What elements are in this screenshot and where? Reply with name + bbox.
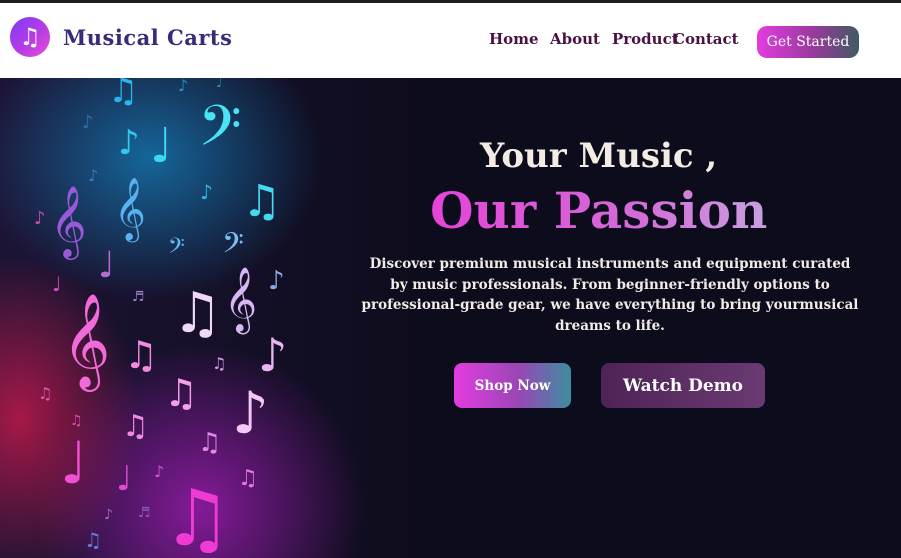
music-note-icon: ♫: [38, 384, 53, 403]
music-note-icon: ♫: [108, 78, 139, 111]
music-note-icon: ♪: [178, 78, 189, 95]
music-note-icon: ♫: [242, 176, 282, 227]
nav-link-contact[interactable]: Contact: [673, 30, 739, 48]
music-note-icon: ♫: [238, 466, 258, 491]
hero-section: ♫ ♪ ♩ ♪ ♪ ♩ 𝄢 ♪ ♪ ♫ 𝄞 𝄞 ♪ 𝄢 𝄢 ♩ ♩ ♪ ♬ 𝄞 …: [0, 78, 901, 558]
music-note-icon: ♪: [88, 166, 99, 185]
nav-link-product[interactable]: Product: [612, 30, 679, 48]
music-note-icon: ♪: [118, 123, 140, 163]
music-note-icon: ♫: [198, 428, 222, 458]
navbar: ♫ Musical Carts Home About Product Conta…: [0, 3, 901, 78]
music-note-icon: ♬: [132, 289, 145, 305]
music-note-icon: ♪: [82, 112, 94, 133]
bass-clef-icon: 𝄢: [168, 234, 185, 264]
nav-link-home[interactable]: Home: [489, 30, 539, 48]
music-note-icon: ♪: [200, 180, 213, 204]
music-note-logo-icon[interactable]: ♫: [10, 17, 50, 57]
music-note-icon: ♩: [116, 459, 133, 499]
music-note-icon: ♩: [98, 245, 115, 286]
music-note-icon: ♫: [164, 371, 199, 415]
nav-link-about[interactable]: About: [550, 30, 600, 48]
hero-title-line2: Our Passion: [430, 181, 768, 240]
music-note-icon: ♪: [232, 379, 270, 447]
hero-title-line1: Your Music ,: [480, 136, 718, 176]
music-note-icon: ♫: [172, 281, 223, 346]
floating-music-notes-illustration: ♫ ♪ ♩ ♪ ♪ ♩ 𝄢 ♪ ♪ ♫ 𝄞 𝄞 ♪ 𝄢 𝄢 ♩ ♩ ♪ ♬ 𝄞 …: [0, 78, 320, 558]
bass-clef-icon: 𝄢: [222, 227, 244, 267]
treble-clef-icon: 𝄞: [50, 184, 87, 257]
music-note-icon: ♩: [60, 429, 88, 497]
hero-description: Discover premium musical instruments and…: [361, 256, 859, 334]
get-started-button[interactable]: Get Started: [757, 26, 859, 58]
treble-clef-icon: 𝄞: [62, 293, 111, 388]
music-note-icon: ♫: [212, 354, 227, 373]
bass-clef-icon: 𝄢: [198, 94, 242, 173]
music-note-icon: ♩: [216, 78, 223, 91]
treble-clef-icon: 𝄞: [224, 267, 258, 332]
music-note-icon: ♫: [124, 333, 159, 377]
music-note-icon: ♪: [268, 266, 285, 296]
music-note-icon: ♫: [122, 409, 149, 444]
music-note-icon: ♫: [70, 413, 83, 429]
treble-clef-icon: 𝄞: [114, 177, 146, 240]
music-note-icon: ♩: [150, 118, 173, 174]
music-note-icon: ♪: [34, 208, 46, 229]
brand-name[interactable]: Musical Carts: [63, 25, 232, 50]
watch-demo-button[interactable]: Watch Demo: [601, 363, 765, 408]
music-note-icon: ♪: [104, 507, 113, 523]
music-note-icon: ♫: [162, 474, 232, 558]
music-note-icon: ♬: [138, 505, 151, 521]
music-note-icon: ♩: [52, 272, 62, 296]
music-note-icon: ♫: [84, 528, 102, 552]
music-note-icon: ♪: [258, 328, 288, 382]
shop-now-button[interactable]: Shop Now: [454, 363, 571, 408]
